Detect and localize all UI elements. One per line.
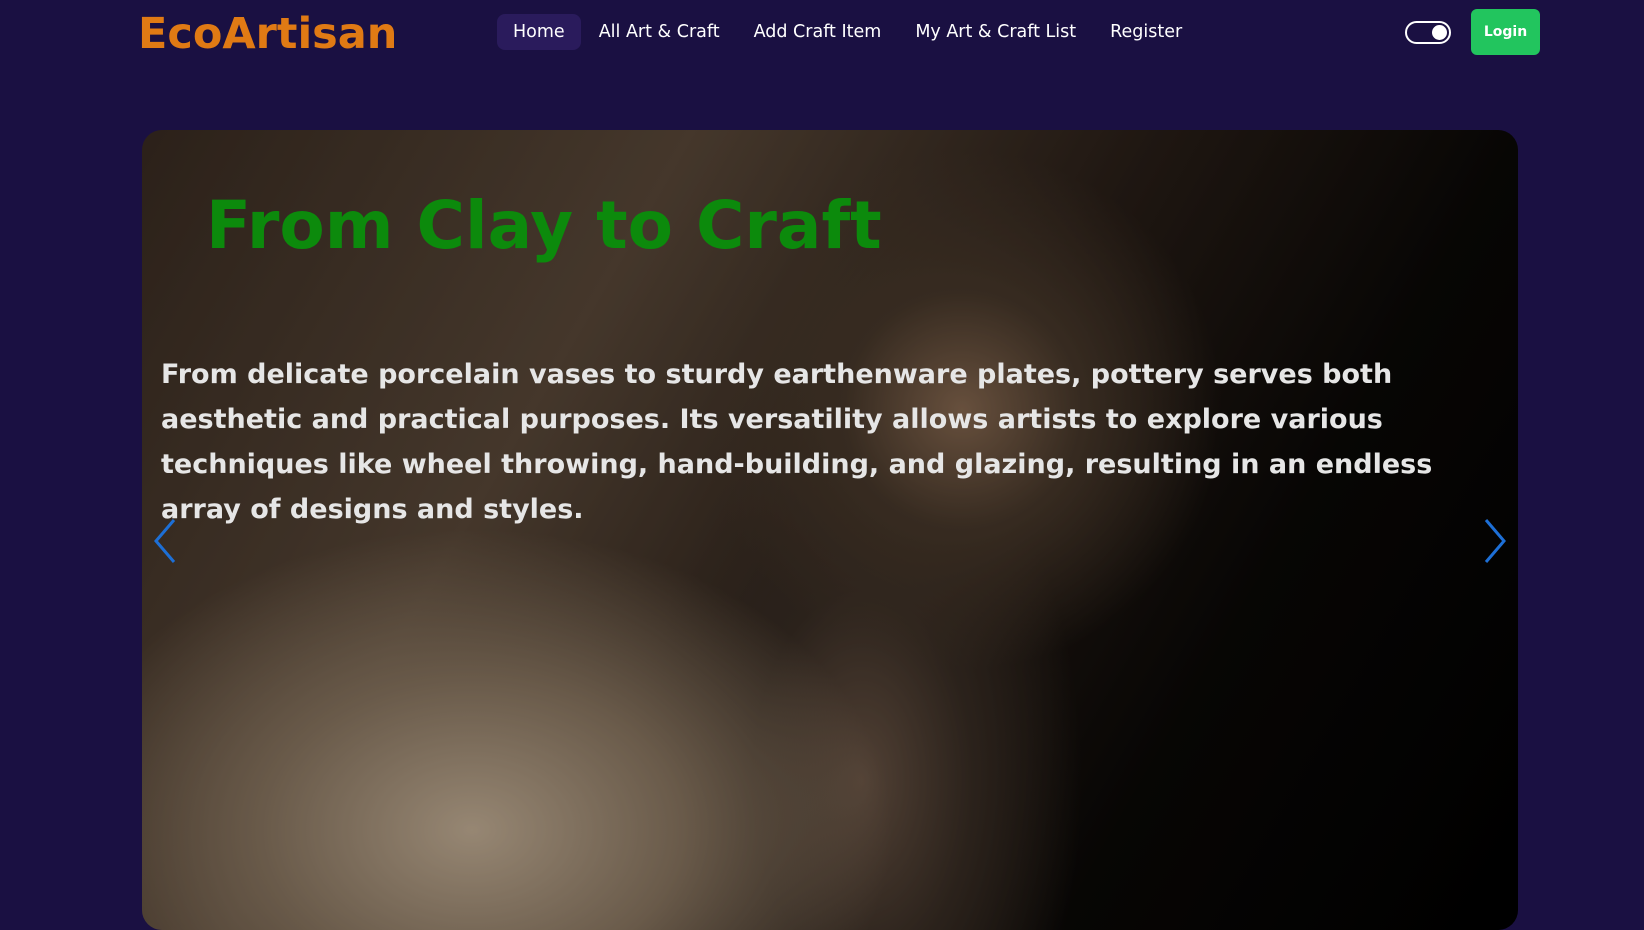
theme-toggle[interactable]	[1405, 21, 1451, 44]
hero-title: From Clay to Craft	[206, 187, 882, 264]
carousel-prev-button[interactable]	[152, 518, 178, 564]
nav-all-art-craft[interactable]: All Art & Craft	[583, 14, 736, 50]
nav-home[interactable]: Home	[497, 14, 581, 50]
carousel-next-button[interactable]	[1482, 518, 1508, 564]
chevron-left-icon	[154, 519, 176, 563]
main-nav: Home All Art & Craft Add Craft Item My A…	[497, 14, 1198, 50]
nav-register[interactable]: Register	[1094, 14, 1198, 50]
hero-carousel: From Clay to Craft From delicate porcela…	[142, 130, 1518, 930]
site-logo[interactable]: EcoArtisan	[138, 8, 397, 60]
chevron-right-icon	[1484, 519, 1506, 563]
toggle-switch-icon	[1432, 25, 1447, 40]
login-button[interactable]: Login	[1471, 9, 1540, 55]
nav-add-craft-item[interactable]: Add Craft Item	[738, 14, 898, 50]
navbar: EcoArtisan Home All Art & Craft Add Craf…	[0, 0, 1644, 66]
nav-my-art-craft-list[interactable]: My Art & Craft List	[899, 14, 1092, 50]
hero-description: From delicate porcelain vases to sturdy …	[161, 359, 1433, 525]
